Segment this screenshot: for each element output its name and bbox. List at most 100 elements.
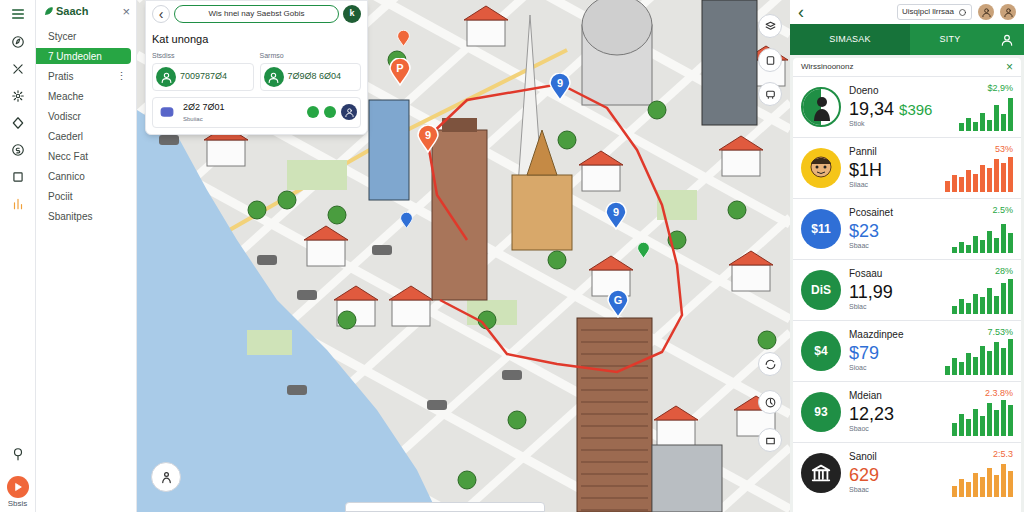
chart-bar [1001, 114, 1006, 130]
sidebar-item[interactable]: Cannico [36, 168, 131, 184]
map-control-button[interactable] [758, 14, 782, 38]
bottom-sheet-handle[interactable] [345, 502, 545, 512]
map-search-text: Wis hnei nay Saebst Gobis [208, 8, 304, 20]
close-button[interactable]: × [1006, 61, 1013, 73]
chart-bar [980, 297, 985, 313]
map-tree [328, 206, 346, 224]
map-pin[interactable] [397, 30, 410, 47]
back-button[interactable]: ‹ [798, 3, 804, 21]
map-pin[interactable]: G [607, 290, 629, 318]
chart-bar [980, 346, 985, 375]
close-button[interactable]: × [122, 5, 130, 18]
row-sub: Sbaac [849, 486, 935, 495]
card-entries: 7009787Ø47Ø9Ø8 6Ø04 [152, 63, 361, 91]
stat-row[interactable]: Doeno19,34$396Stiok$2,9% [793, 76, 1021, 137]
map-pin[interactable]: 9 [549, 73, 571, 101]
map-car [159, 135, 179, 145]
user-avatar[interactable] [978, 4, 994, 20]
menu-icon[interactable] [10, 6, 26, 22]
svg-graphic [44, 6, 54, 16]
map-pin[interactable] [400, 212, 413, 229]
chart-bar [994, 475, 999, 497]
chart-bar [966, 245, 971, 252]
row-values: $1H [849, 159, 935, 182]
card-entry[interactable]: 7Ø9Ø8 6Ø04 [260, 63, 362, 91]
search-action-button[interactable]: k [343, 5, 361, 23]
map-control-button[interactable] [758, 428, 782, 452]
card-entry[interactable]: 7009787Ø4 [152, 63, 254, 91]
right-search-field[interactable]: Uisqipcl llrrsaa [897, 4, 972, 20]
stat-row[interactable]: 93Mdeian12,23Sbaoc2.3.8% [793, 381, 1021, 442]
sidebar-item[interactable]: Caederl [36, 128, 131, 144]
svg-graphic [11, 445, 25, 463]
map[interactable]: P999G‹Wis hnei nay Saebst GobiskKat unon… [137, 0, 790, 512]
map-house [304, 226, 348, 266]
map-tree [338, 311, 356, 329]
coin-icon[interactable] [11, 143, 25, 157]
map-building [652, 445, 722, 512]
map-house [654, 406, 698, 446]
chat-icon[interactable] [307, 106, 319, 118]
sidebar-item[interactable]: Necc Fat [36, 148, 131, 164]
row-icon: DiS [801, 270, 841, 310]
row-info: Pcosainet$23Sbaac [849, 207, 935, 251]
sidebar-item[interactable]: 7 Umdeolen [36, 48, 131, 64]
stat-row[interactable]: $11Pcosainet$23Sbaac2.5% [793, 198, 1021, 259]
stat-row[interactable]: DiSFosaau11,99Sbiac28% [793, 259, 1021, 320]
stat-row[interactable]: Sanoil629Sbaac2:5.3 [793, 442, 1021, 503]
row-icon-content: 93 [814, 406, 827, 418]
map-control-button[interactable] [758, 390, 782, 414]
diamond-icon[interactable] [11, 116, 25, 130]
sidebar-item[interactable]: Pociit [36, 188, 131, 204]
map-tree [648, 101, 666, 119]
chart-bar [952, 306, 957, 313]
tab[interactable]: SIMASAK [790, 24, 910, 55]
map-pin[interactable]: 9 [417, 125, 439, 153]
map-control-button[interactable] [758, 48, 782, 72]
svg-graphic [810, 462, 832, 484]
row-info: Pannil$1HSiiaac [849, 146, 935, 190]
map-pin[interactable] [637, 242, 650, 259]
user-avatar[interactable] [1000, 4, 1016, 20]
location-icon[interactable] [11, 445, 25, 463]
chart-bar [966, 303, 971, 314]
sidebar-item[interactable]: Meache [36, 88, 131, 104]
face-graphic [803, 150, 839, 186]
user-icon [1000, 33, 1014, 47]
map-pin[interactable]: 9 [605, 202, 627, 230]
sidebar-item[interactable]: Stycer [36, 28, 131, 44]
locate-button[interactable] [151, 462, 181, 492]
tab[interactable]: SITY [910, 24, 990, 55]
stat-row[interactable]: $4Maazdinpee$79Sioac7.53% [793, 320, 1021, 381]
figure-icon [803, 89, 839, 125]
stat-row[interactable]: Pannil$1HSiiaac53% [793, 137, 1021, 198]
map-house [579, 151, 623, 191]
bank-icon [810, 462, 832, 484]
chart-bar [994, 410, 999, 435]
map-search-field[interactable]: Wis hnei nay Saebst Gobis [174, 5, 339, 23]
svg-graphic [764, 54, 777, 67]
map-control-button[interactable] [758, 82, 782, 106]
chart-bar [1001, 464, 1006, 496]
sidebar-item[interactable]: Pratis⋮ [36, 68, 131, 84]
phone-icon[interactable] [324, 106, 336, 118]
gear-icon[interactable] [11, 89, 25, 103]
play-button[interactable] [7, 476, 29, 498]
map-control-button[interactable] [758, 352, 782, 376]
compass-icon[interactable] [11, 35, 25, 49]
back-button[interactable]: ‹ [152, 5, 170, 23]
logo[interactable]: Saach [44, 3, 88, 20]
map-route [427, 84, 682, 372]
route-icon[interactable] [11, 62, 25, 76]
square-icon[interactable] [11, 170, 25, 184]
chart-icon[interactable] [11, 197, 25, 211]
profile-button[interactable] [990, 24, 1024, 55]
more-button[interactable]: ⋮ [116, 71, 127, 82]
sidebar-item[interactable]: Vodiscr [36, 108, 131, 124]
right-search-text: Uisqipcl llrrsaa [902, 6, 954, 18]
pin-label: 9 [605, 205, 627, 219]
sidebar-item[interactable]: Sbanitpes [36, 208, 131, 224]
map-pin[interactable]: P [389, 58, 411, 86]
row-bar-chart [943, 400, 1013, 436]
card-row[interactable]: 2Ø2 7Ø01Sbuiiac [152, 97, 361, 128]
